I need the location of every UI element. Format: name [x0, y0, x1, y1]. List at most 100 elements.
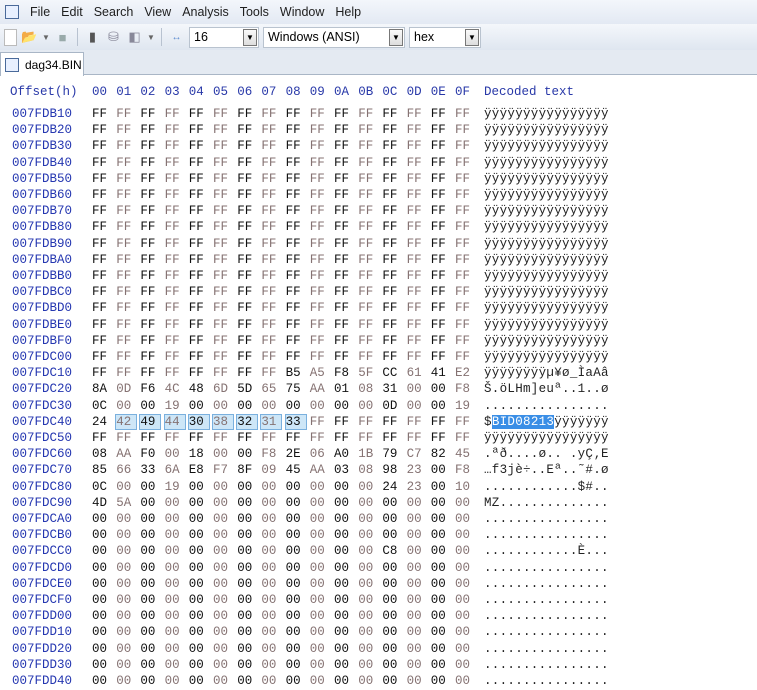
hex-byte[interactable]: FF	[140, 285, 160, 299]
hex-byte[interactable]: FF	[165, 156, 185, 170]
decoded-text[interactable]: ................	[484, 577, 609, 591]
hex-byte[interactable]: FF	[334, 220, 354, 234]
hex-byte[interactable]: FF	[382, 107, 402, 121]
hex-byte[interactable]: F0	[140, 447, 160, 461]
hex-byte[interactable]: FF	[286, 253, 306, 267]
decoded-text[interactable]: MZ..............	[484, 496, 609, 510]
hex-byte[interactable]: FF	[213, 318, 233, 332]
hex-byte[interactable]: 00	[455, 496, 475, 510]
hex-byte[interactable]: 00	[92, 625, 112, 639]
hex-byte[interactable]: FF	[382, 269, 402, 283]
hex-byte[interactable]: FF	[237, 350, 257, 364]
hex-byte[interactable]: FF	[237, 220, 257, 234]
hex-byte[interactable]: 00	[140, 528, 160, 542]
hex-byte[interactable]: 00	[286, 642, 306, 656]
hex-byte[interactable]: 00	[431, 625, 451, 639]
hex-byte[interactable]: FF	[92, 188, 112, 202]
hex-byte[interactable]: FF	[165, 269, 185, 283]
hex-byte[interactable]: FF	[116, 350, 136, 364]
hex-byte[interactable]: 98	[382, 463, 402, 477]
hex-byte[interactable]: 00	[213, 528, 233, 542]
hex-byte[interactable]: FF	[116, 237, 136, 251]
hex-byte[interactable]: FF	[382, 301, 402, 315]
hex-byte[interactable]: FF	[92, 204, 112, 218]
hex-byte[interactable]: 00	[286, 609, 306, 623]
hex-byte[interactable]: 00	[189, 399, 209, 413]
hex-byte[interactable]: FF	[455, 237, 475, 251]
hex-byte[interactable]: FF	[431, 220, 451, 234]
hex-byte[interactable]: FF	[431, 237, 451, 251]
hex-byte[interactable]: 00	[286, 625, 306, 639]
hex-byte[interactable]: FF	[261, 285, 281, 299]
hex-byte[interactable]: 00	[407, 625, 427, 639]
hex-byte[interactable]: FF	[261, 269, 281, 283]
hex-byte[interactable]: FF	[455, 269, 475, 283]
hex-byte[interactable]: 00	[237, 593, 257, 607]
hex-byte[interactable]: FF	[92, 269, 112, 283]
hex-byte[interactable]: 00	[165, 496, 185, 510]
hex-byte[interactable]: 00	[92, 544, 112, 558]
hex-byte[interactable]: FF	[213, 285, 233, 299]
hex-byte[interactable]: 00	[140, 512, 160, 526]
hex-byte[interactable]: 00	[189, 561, 209, 575]
hex-byte[interactable]: 00	[358, 544, 378, 558]
hex-byte[interactable]: 00	[237, 496, 257, 510]
hex-byte[interactable]: 42	[115, 413, 138, 430]
hex-byte[interactable]: B5	[286, 366, 306, 380]
hex-byte[interactable]: 48	[189, 382, 209, 396]
hex-byte[interactable]: 00	[213, 447, 233, 461]
hex-byte[interactable]: FF	[358, 123, 378, 137]
hex-byte[interactable]: FF	[286, 220, 306, 234]
hex-byte[interactable]: FF	[455, 172, 475, 186]
hex-byte[interactable]: AA	[310, 463, 330, 477]
hex-byte[interactable]: 00	[358, 658, 378, 672]
hex-byte[interactable]: 00	[334, 577, 354, 591]
hex-byte[interactable]: FF	[116, 188, 136, 202]
decoded-text[interactable]: ................	[484, 658, 609, 672]
hex-byte[interactable]: 24	[382, 480, 402, 494]
hex-byte[interactable]: FF	[455, 204, 475, 218]
hex-byte[interactable]: 00	[382, 496, 402, 510]
hex-byte[interactable]: 00	[334, 399, 354, 413]
hex-byte[interactable]: FF	[310, 123, 330, 137]
hex-byte[interactable]: 00	[455, 577, 475, 591]
hex-byte[interactable]: FF	[334, 156, 354, 170]
hex-byte[interactable]: 00	[189, 658, 209, 672]
hex-byte[interactable]: FF	[140, 204, 160, 218]
hex-byte[interactable]: FF	[165, 366, 185, 380]
hex-byte[interactable]: FF	[261, 253, 281, 267]
hex-byte[interactable]: FF	[358, 107, 378, 121]
charset-select[interactable]: Windows (ANSI) ▼	[263, 26, 405, 48]
hex-byte[interactable]: FF	[382, 318, 402, 332]
hex-byte[interactable]: AA	[116, 447, 136, 461]
hex-byte[interactable]: FF	[310, 220, 330, 234]
hex-byte[interactable]: 00	[431, 382, 451, 396]
hex-byte[interactable]: FF	[286, 139, 306, 153]
hex-byte[interactable]: 00	[407, 577, 427, 591]
hex-byte[interactable]: 00	[165, 593, 185, 607]
hex-byte[interactable]: 00	[334, 528, 354, 542]
hex-byte[interactable]: 00	[237, 658, 257, 672]
hex-byte[interactable]: FF	[92, 366, 112, 380]
hex-byte[interactable]: 00	[310, 658, 330, 672]
hex-byte[interactable]: FF	[310, 204, 330, 218]
hex-byte[interactable]: 00	[189, 593, 209, 607]
hex-byte[interactable]: FF	[189, 123, 209, 137]
hex-byte[interactable]: 00	[286, 577, 306, 591]
hex-byte[interactable]: FF	[407, 415, 427, 429]
hex-byte[interactable]: 00	[189, 609, 209, 623]
decoded-text[interactable]: ................	[484, 593, 609, 607]
hex-byte[interactable]: 19	[165, 399, 185, 413]
hex-byte[interactable]: FF	[237, 123, 257, 137]
decoded-text[interactable]: ................	[484, 561, 609, 575]
hex-byte[interactable]: FF	[334, 269, 354, 283]
hex-byte[interactable]: FF	[286, 350, 306, 364]
decoded-text[interactable]: $BID08213ÿÿÿÿÿÿÿ	[484, 414, 609, 429]
hex-byte[interactable]: FF	[334, 123, 354, 137]
decoded-text[interactable]: ÿÿÿÿÿÿÿÿÿÿÿÿÿÿÿÿ	[484, 107, 609, 121]
hex-byte[interactable]: 00	[213, 609, 233, 623]
hex-byte[interactable]: FF	[92, 285, 112, 299]
hex-byte[interactable]: FF	[455, 301, 475, 315]
decoded-text[interactable]: ÿÿÿÿÿÿÿÿÿÿÿÿÿÿÿÿ	[484, 350, 609, 364]
hex-byte[interactable]: 0D	[382, 399, 402, 413]
